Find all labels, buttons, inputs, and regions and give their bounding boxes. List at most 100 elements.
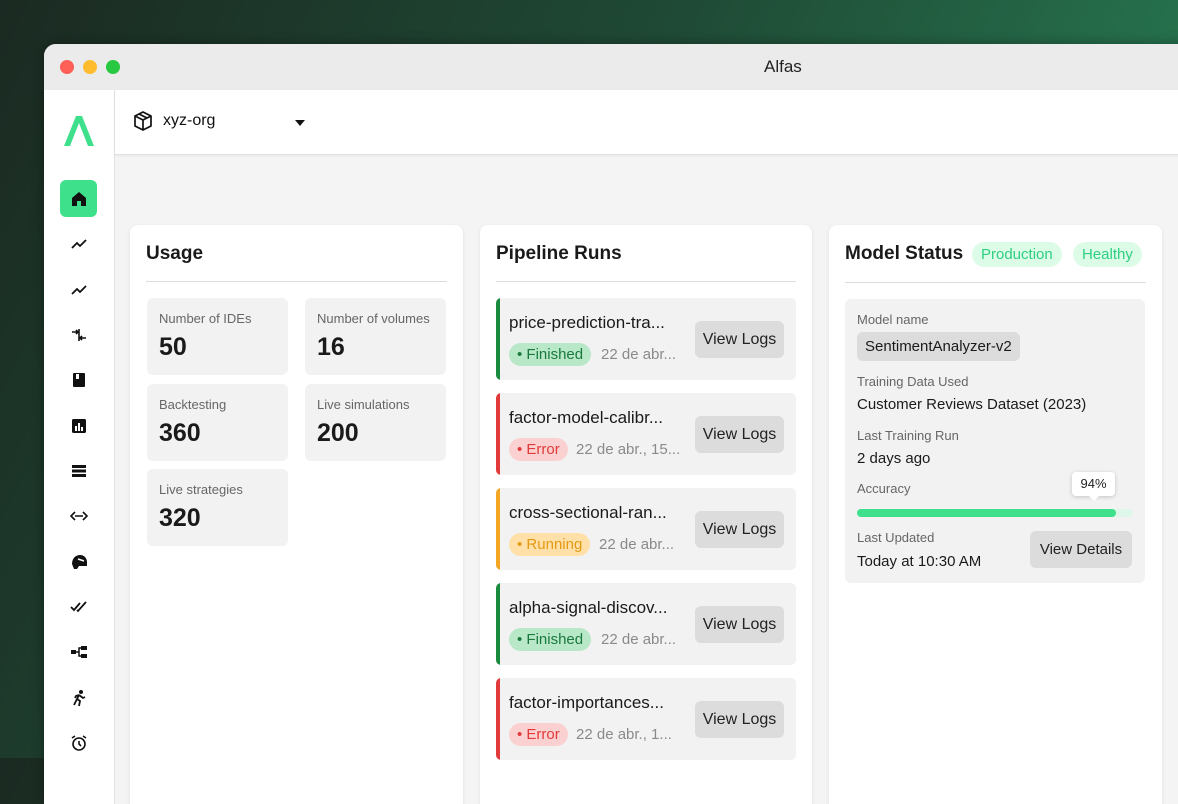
stat-label: Number of IDEs	[159, 311, 252, 326]
top-bar: xyz-org	[115, 90, 1178, 155]
run-name[interactable]: alpha-signal-discov...	[509, 598, 684, 618]
run-name[interactable]: factor-importances...	[509, 693, 684, 713]
code-arrows-icon	[69, 510, 88, 521]
sidebar-item-runner[interactable]	[60, 679, 97, 716]
maximize-window-button[interactable]	[106, 60, 120, 74]
stat-value: 50	[159, 333, 187, 361]
status-bar	[496, 488, 500, 570]
alarm-icon	[71, 734, 86, 751]
accuracy-tooltip: 94%	[1072, 472, 1115, 501]
status-text: Finished	[526, 631, 584, 648]
org-selector[interactable]: xyz-org	[163, 112, 215, 130]
model-name-label: Model name	[857, 312, 929, 327]
last-run-label: Last Training Run	[857, 428, 959, 443]
chevron-down-icon[interactable]	[295, 120, 305, 126]
run-date: 22 de abr...	[601, 346, 677, 363]
last-run-value: 2 days ago	[857, 450, 931, 467]
sidebar-item-home[interactable]	[60, 180, 97, 217]
title-bar: Alfas	[44, 44, 1178, 91]
stat-backtesting: Backtesting 360	[147, 384, 288, 461]
status-text: Running	[526, 536, 583, 553]
status-text: Error	[526, 441, 560, 458]
merge-arrows-icon	[71, 328, 86, 341]
accuracy-progress-bar	[857, 509, 1133, 517]
sidebar-item-bar-chart[interactable]	[60, 407, 97, 444]
status-badge: • Error	[509, 438, 568, 461]
minimize-window-button[interactable]	[83, 60, 97, 74]
view-details-button[interactable]: View Details	[1030, 531, 1132, 568]
view-logs-button[interactable]: View Logs	[695, 701, 784, 738]
trend-line-icon	[70, 238, 87, 249]
pipeline-run-item: alpha-signal-discov... • Finished 22 de …	[496, 583, 796, 665]
run-name[interactable]: price-prediction-tra...	[509, 313, 684, 333]
view-logs-button[interactable]: View Logs	[695, 321, 784, 358]
helmet-icon	[71, 554, 87, 569]
model-details-panel: Model name SentimentAnalyzer-v2 Training…	[845, 299, 1145, 583]
status-bar	[496, 678, 500, 760]
stat-value: 200	[317, 419, 359, 447]
pipeline-run-item: cross-sectional-ran... • Running 22 de a…	[496, 488, 796, 570]
stat-volumes: Number of volumes 16	[305, 298, 446, 375]
sidebar-item-done[interactable]	[60, 588, 97, 625]
alfas-logo	[64, 116, 94, 146]
status-bar	[496, 583, 500, 665]
sidebar-item-helmet[interactable]	[60, 543, 97, 580]
status-text: Finished	[526, 346, 584, 363]
accuracy-progress-fill	[857, 509, 1117, 517]
training-data-label: Training Data Used	[857, 374, 969, 389]
stat-value: 320	[159, 504, 201, 532]
model-name-chip: SentimentAnalyzer-v2	[857, 332, 1020, 361]
stat-live-simulations: Live simulations 200	[305, 384, 446, 461]
sidebar-item-trend-1[interactable]	[60, 225, 97, 262]
double-check-icon	[69, 600, 87, 612]
training-data-value: Customer Reviews Dataset (2023)	[857, 396, 1087, 413]
sidebar-item-code[interactable]	[60, 497, 97, 534]
sidebar-item-hierarchy[interactable]	[60, 633, 97, 670]
pipeline-run-item: price-prediction-tra... • Finished 22 de…	[496, 298, 796, 380]
stat-value: 16	[317, 333, 345, 361]
cube-icon	[134, 111, 152, 131]
view-logs-button[interactable]: View Logs	[695, 511, 784, 548]
sidebar-item-book[interactable]	[60, 361, 97, 398]
sidebar-item-merge[interactable]	[60, 316, 97, 353]
production-badge: Production	[972, 242, 1062, 267]
run-name[interactable]: factor-model-calibr...	[509, 408, 684, 428]
stat-live-strategies: Live strategies 320	[147, 469, 288, 546]
stat-label: Live strategies	[159, 482, 243, 497]
runner-icon	[72, 689, 85, 706]
pipeline-runs-card: Pipeline Runs price-prediction-tra... • …	[480, 225, 812, 804]
stat-ides: Number of IDEs 50	[147, 298, 288, 375]
healthy-badge: Healthy	[1073, 242, 1142, 267]
sidebar-item-alarm[interactable]	[60, 724, 97, 761]
run-date: 22 de abr., 15...	[576, 441, 681, 458]
pipeline-run-item: factor-importances... • Error 22 de abr.…	[496, 678, 796, 760]
divider	[146, 281, 447, 282]
model-title: Model Status	[845, 243, 964, 264]
book-icon	[72, 372, 85, 387]
view-logs-button[interactable]: View Logs	[695, 416, 784, 453]
last-updated-label: Last Updated	[857, 530, 935, 545]
status-badge: • Finished	[509, 343, 592, 366]
run-date: 22 de abr...	[601, 631, 677, 648]
view-logs-button[interactable]: View Logs	[695, 606, 784, 643]
window-title: Alfas	[764, 57, 802, 76]
run-date: 22 de abr., 1...	[576, 726, 672, 743]
sidebar-item-trend-2[interactable]	[60, 271, 97, 308]
bar-chart-icon	[71, 418, 86, 433]
last-updated-value: Today at 10:30 AM	[857, 553, 982, 570]
model-status-card: Model Status Production Healthy Model na…	[829, 225, 1162, 804]
status-bar	[496, 298, 500, 380]
hierarchy-icon	[70, 645, 87, 658]
status-bar	[496, 393, 500, 475]
accuracy-label: Accuracy	[857, 481, 911, 496]
run-name[interactable]: cross-sectional-ran...	[509, 503, 684, 523]
stat-value: 360	[159, 419, 201, 447]
usage-card: Usage Number of IDEs 50 Number of volume…	[130, 225, 463, 804]
app-window: Alfas xyz-org Usage Number of IDEs 50 Nu…	[44, 44, 1178, 804]
run-date: 22 de abr...	[599, 536, 675, 553]
trend-line-icon	[70, 284, 87, 295]
stat-label: Backtesting	[159, 397, 227, 412]
close-window-button[interactable]	[60, 60, 74, 74]
sidebar-item-list[interactable]	[60, 452, 97, 489]
status-badge: • Error	[509, 723, 568, 746]
